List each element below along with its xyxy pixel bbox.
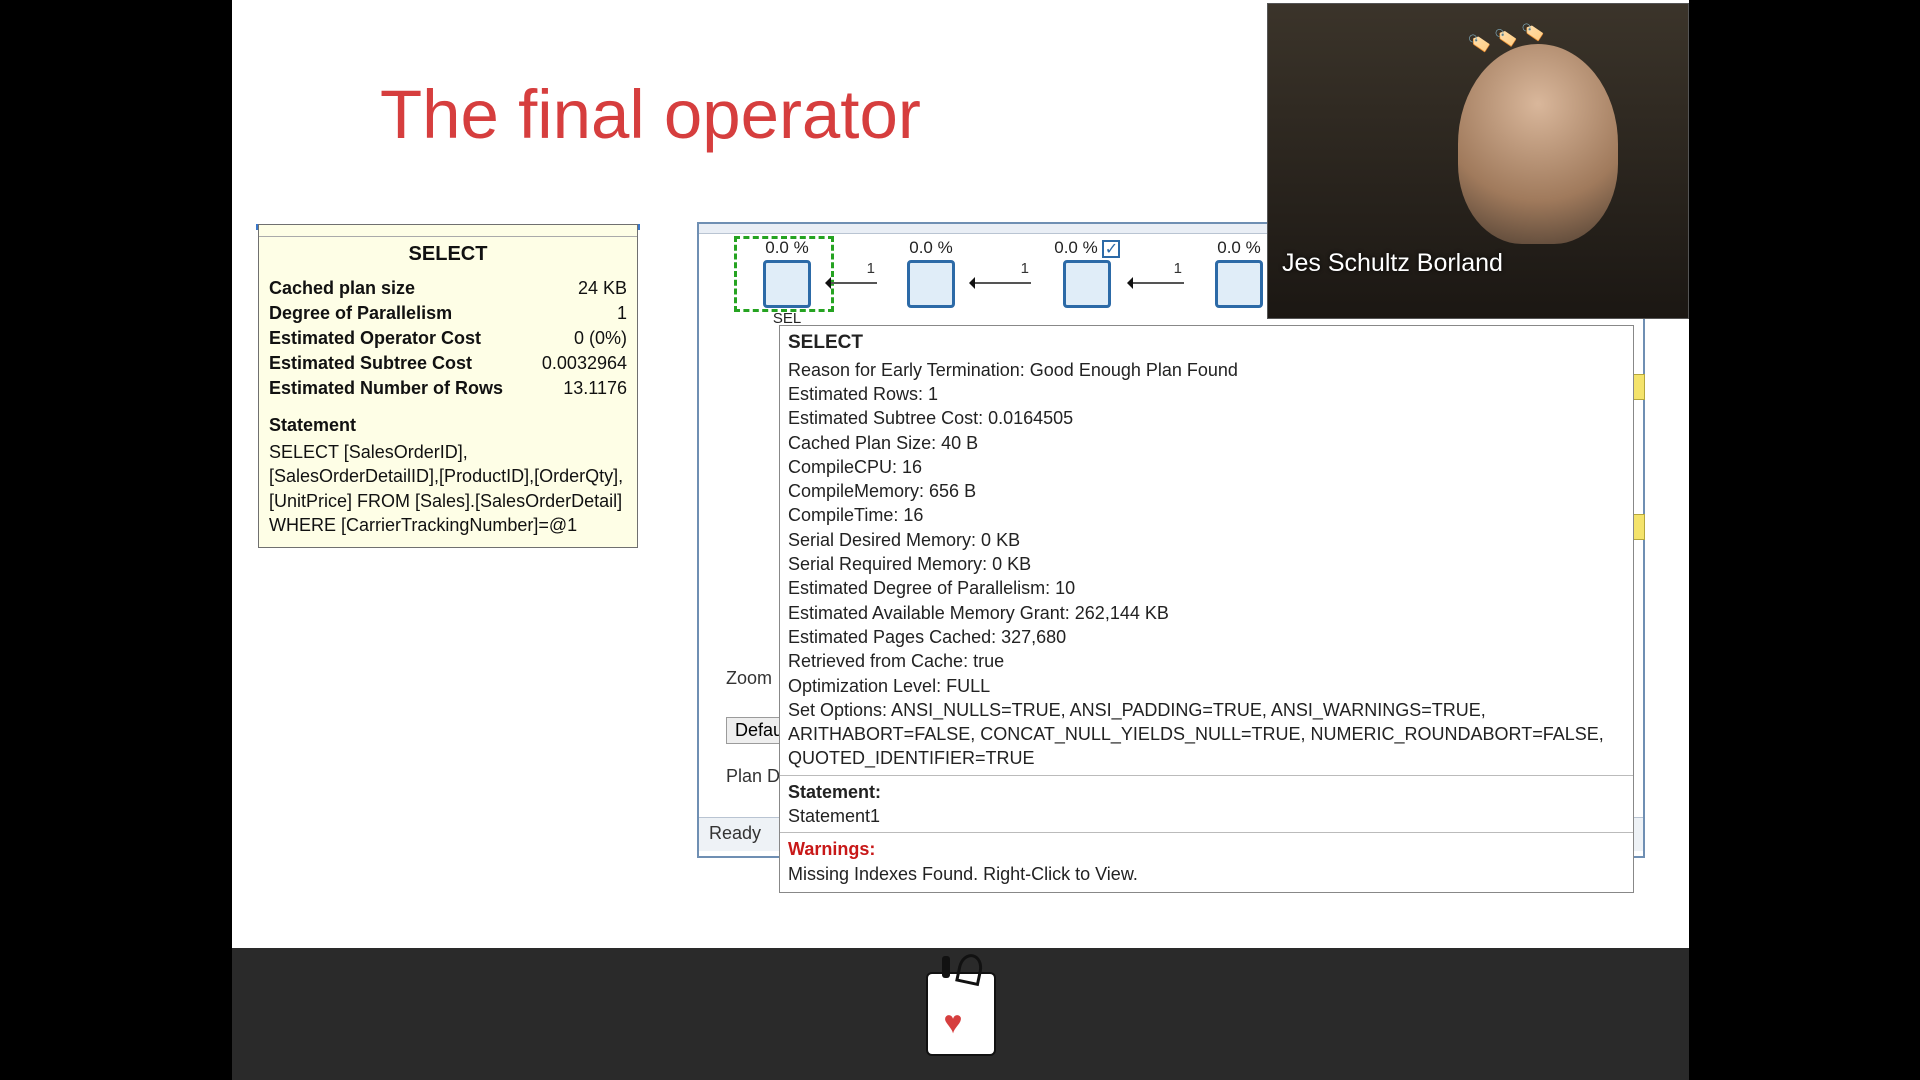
details-line: Set Options: ANSI_NULLS=TRUE, ANSI_PADDI… (780, 698, 1633, 771)
zoom-label: Zoom (726, 668, 772, 689)
tooltip-row-value: 24 KB (578, 278, 627, 299)
tooltip-row-value: 1 (617, 303, 627, 324)
details-line: Estimated Degree of Parallelism: 10 (780, 576, 1633, 600)
truncated-tooltip-edge (1633, 374, 1645, 400)
operator-cost-pct: 0.0 % (1027, 238, 1147, 258)
operator-cost-pct: 0.0 % (871, 238, 991, 258)
operator-icon (1063, 260, 1111, 308)
details-line: Serial Desired Memory: 0 KB (780, 528, 1633, 552)
details-line: Optimization Level: FULL (780, 674, 1633, 698)
checkmark-icon (1102, 240, 1120, 258)
details-line: CompileMemory: 656 B (780, 479, 1633, 503)
tooltip-row-value: 13.1176 (563, 378, 627, 399)
truncated-tooltip-edge (1633, 514, 1645, 540)
tooltip-row: Degree of Parallelism 1 (259, 301, 637, 326)
details-line: Estimated Pages Cached: 327,680 (780, 625, 1633, 649)
details-line: Serial Required Memory: 0 KB (780, 552, 1633, 576)
separator (780, 832, 1633, 833)
plan-arrow: 1 (971, 282, 1031, 284)
details-header: SELECT (780, 326, 1633, 358)
slide-title: The final operator (380, 75, 921, 154)
tooltip-row-key: Estimated Number of Rows (269, 378, 503, 399)
details-statement-label: Statement: (788, 782, 881, 802)
presenter-silhouette (1458, 44, 1618, 244)
tooltip-row-key: Degree of Parallelism (269, 303, 452, 324)
details-warnings-label: Warnings: (780, 837, 1633, 861)
details-line: Estimated Rows: 1 (780, 382, 1633, 406)
operator-icon (907, 260, 955, 308)
pocket-logo: ♥ (928, 974, 994, 1054)
details-warnings-value: Missing Indexes Found. Right-Click to Vi… (780, 862, 1633, 886)
details-line: Cached Plan Size: 40 B (780, 431, 1633, 455)
operator-details-tooltip: SELECT Reason for Early Termination: Goo… (779, 325, 1634, 893)
details-line: Reason for Early Termination: Good Enoug… (780, 358, 1633, 382)
details-line: Estimated Subtree Cost: 0.0164505 (780, 406, 1633, 430)
details-line: Estimated Available Memory Grant: 262,14… (780, 601, 1633, 625)
presenter-name: Jes Schultz Borland (1282, 249, 1503, 278)
tooltip-row: Estimated Number of Rows 13.1176 (259, 376, 637, 401)
tooltip-row-key: Estimated Operator Cost (269, 328, 481, 349)
tooltip-row-value: 0.0032964 (542, 353, 627, 374)
tooltip-statement-label: Statement (259, 401, 637, 440)
operator-cost-pct: 0.0 % (727, 238, 847, 258)
operator-icon (1215, 260, 1263, 308)
operator-tooltip: SELECT Cached plan size24 KBDegree of Pa… (258, 224, 638, 548)
plan-operator[interactable]: 0.0 % (871, 238, 991, 308)
webcam-overlay: 🏷️ 🏷️ 🏷️ Jes Schultz Borland (1267, 3, 1689, 319)
details-line: CompileCPU: 16 (780, 455, 1633, 479)
tooltip-row-key: Estimated Subtree Cost (269, 353, 472, 374)
tooltip-header: SELECT (259, 237, 637, 276)
plan-arrow: 1 (827, 282, 877, 284)
heart-icon: ♥ (944, 1004, 963, 1041)
tooltip-statement-body: SELECT [SalesOrderID],[SalesOrderDetailI… (259, 440, 637, 547)
plan-operator[interactable]: 0.0 % (1027, 238, 1147, 308)
details-line: Retrieved from Cache: true (780, 649, 1633, 673)
plan-tab[interactable]: Plan D (726, 766, 780, 787)
separator (780, 775, 1633, 776)
tooltip-row: Estimated Operator Cost 0 (0%) (259, 326, 637, 351)
status-text: Ready (709, 823, 761, 843)
tooltip-row-key: Cached plan size (269, 278, 415, 299)
details-line: CompileTime: 16 (780, 503, 1633, 527)
tooltip-row-value: 0 (0%) (574, 328, 627, 349)
plan-arrow: 1 (1129, 282, 1184, 284)
tooltip-cropped-row (259, 225, 637, 237)
details-statement-value: Statement1 (780, 804, 1633, 828)
select-operator-icon (763, 260, 811, 308)
tooltip-row: Cached plan size 24 KB (259, 276, 637, 301)
footer-bar: ♥ (232, 948, 1689, 1080)
tooltip-row: Estimated Subtree Cost 0.0032964 (259, 351, 637, 376)
